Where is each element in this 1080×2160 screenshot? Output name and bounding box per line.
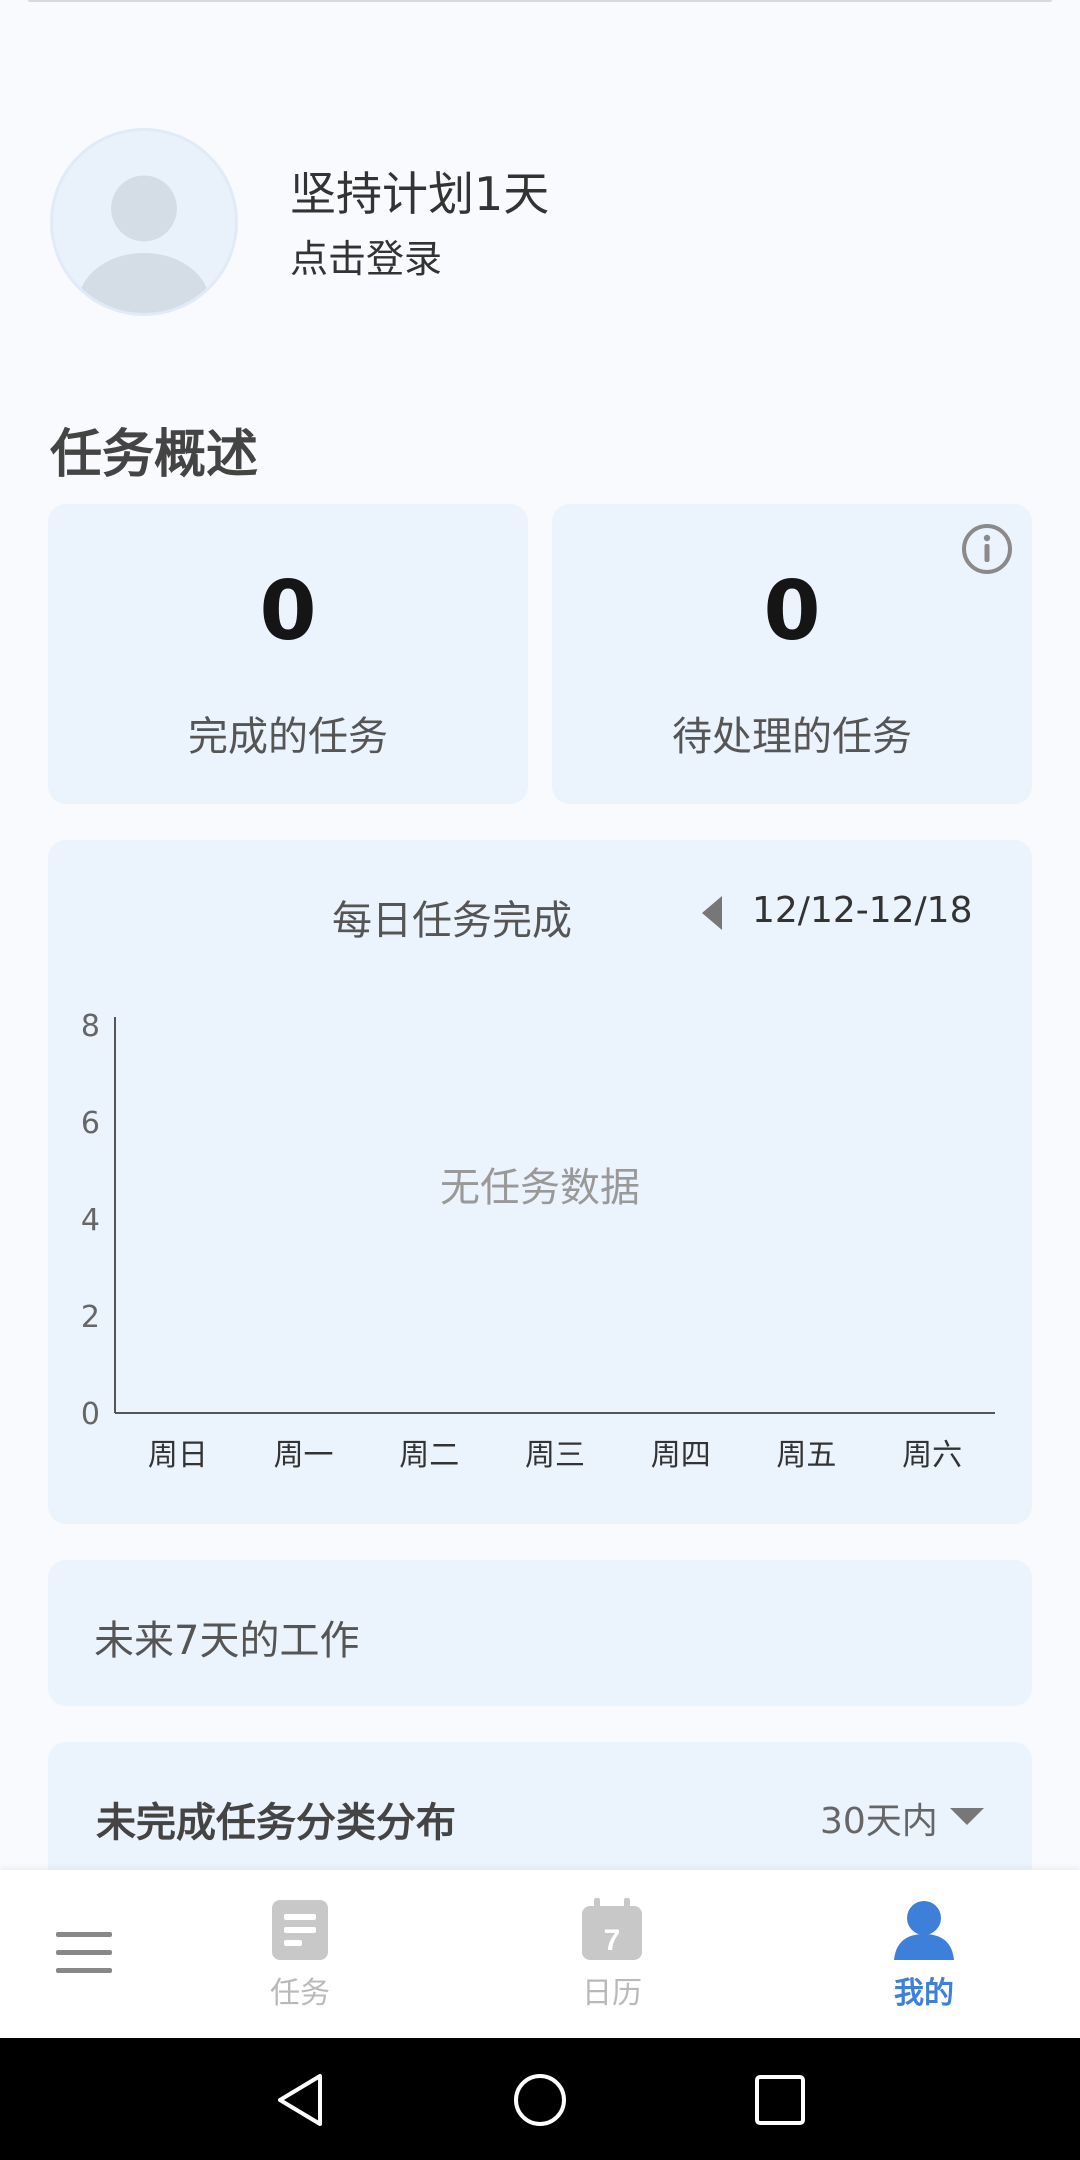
x-tick-label: 周二 xyxy=(399,1438,459,1473)
task-list-icon xyxy=(272,1900,328,1960)
x-tick-label: 周日 xyxy=(148,1438,208,1473)
x-tick-label: 周三 xyxy=(525,1438,585,1473)
upcoming-work-card[interactable]: 未来7天的工作 xyxy=(48,1560,1032,1706)
tab-mine[interactable]: 我的 xyxy=(854,1898,994,2012)
menu-icon[interactable] xyxy=(56,1930,112,1976)
tab-calendar[interactable]: 7 日历 xyxy=(542,1898,682,2012)
calendar-icon: 7 xyxy=(582,1898,642,1960)
person-icon xyxy=(894,1901,954,1960)
home-icon[interactable] xyxy=(512,2072,568,2128)
system-navigation-bar xyxy=(0,2038,1080,2160)
x-tick-label: 周六 xyxy=(902,1438,962,1473)
y-tick-label: 0 xyxy=(81,1397,100,1432)
x-tick-label: 周一 xyxy=(274,1438,334,1473)
distribution-title: 未完成任务分类分布 xyxy=(96,1800,456,1846)
tab-tasks[interactable]: 任务 xyxy=(230,1898,370,2012)
y-tick-label: 6 xyxy=(81,1106,100,1141)
bottom-navigation: 任务 7 日历 我的 xyxy=(0,1870,1080,2038)
tab-tasks-label: 任务 xyxy=(270,1976,330,2011)
y-tick-label: 2 xyxy=(81,1300,100,1335)
tab-calendar-label: 日历 xyxy=(582,1976,642,2011)
upcoming-title: 未来7天的工作 xyxy=(94,1618,360,1664)
x-tick-label: 周五 xyxy=(776,1438,836,1473)
y-tick-label: 8 xyxy=(81,1009,100,1044)
calendar-day-text: 7 xyxy=(604,1924,621,1957)
tab-mine-label: 我的 xyxy=(894,1976,954,2011)
app-root: { "profile": { "title": "坚持计划1天", "login… xyxy=(0,0,1080,2160)
x-tick-label: 周四 xyxy=(651,1438,711,1473)
back-icon[interactable] xyxy=(274,2072,330,2128)
chart-empty-text: 无任务数据 xyxy=(440,1165,640,1211)
recents-icon[interactable] xyxy=(752,2072,808,2128)
distribution-filter[interactable]: 30天内 xyxy=(820,1792,938,1844)
chevron-down-icon[interactable] xyxy=(950,1806,984,1826)
